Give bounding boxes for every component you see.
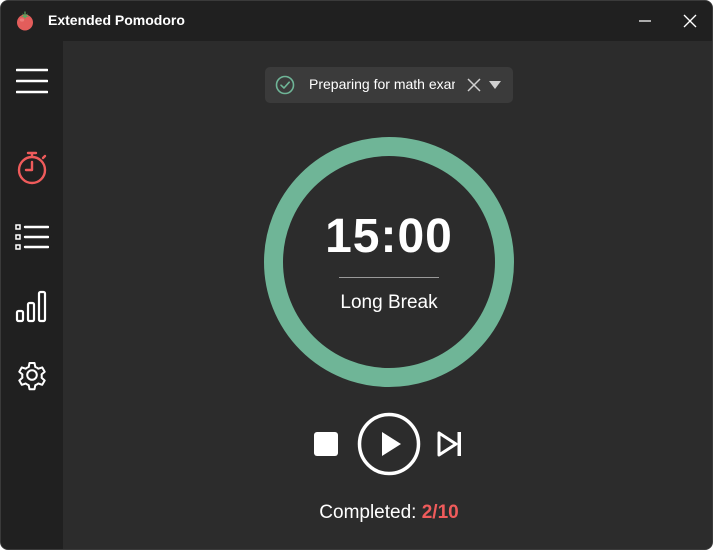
timer-panel: Preparing for math exam 15:00 Long Break [63, 41, 712, 549]
hamburger-menu-icon [16, 68, 48, 94]
sidebar-item-timer[interactable] [1, 140, 63, 196]
stop-icon [314, 432, 338, 456]
completed-label: Completed: [319, 502, 417, 523]
timer-icon [17, 151, 47, 185]
sidebar-item-menu[interactable] [1, 53, 63, 109]
task-label: Preparing for math exam [309, 76, 455, 92]
timer-divider [339, 277, 439, 278]
close-button[interactable] [667, 1, 712, 41]
gear-icon [18, 362, 46, 391]
minimize-icon [639, 20, 651, 22]
check-circle-icon [275, 75, 295, 95]
app-window: Extended Pomodoro Preparing for math exa… [0, 0, 713, 550]
title-bar: Extended Pomodoro [1, 1, 712, 41]
tomato-icon [17, 11, 33, 31]
minimize-button[interactable] [622, 1, 668, 41]
skip-next-icon [437, 431, 461, 457]
completed-count: 2/10 [421, 502, 459, 523]
skip-button[interactable] [436, 430, 464, 458]
sidebar-item-settings[interactable] [1, 347, 63, 403]
play-button[interactable] [357, 412, 421, 476]
stop-button[interactable] [313, 431, 339, 457]
play-icon [382, 432, 401, 456]
sidebar-item-statistics[interactable] [1, 278, 63, 334]
list-icon [15, 224, 49, 250]
sidebar-item-tasks[interactable] [1, 209, 63, 265]
timer-mode-label: Long Break [340, 292, 438, 313]
task-selector[interactable]: Preparing for math exam [265, 67, 513, 103]
timer-display: 15:00 [325, 210, 453, 263]
completed-counter: Completed: 2/10 [264, 502, 514, 524]
app-title: Extended Pomodoro [48, 12, 185, 28]
chevron-down-icon[interactable] [488, 79, 502, 91]
sidebar [1, 41, 63, 549]
bar-chart-icon [15, 290, 47, 323]
clear-task-icon[interactable] [466, 77, 482, 93]
close-icon [683, 14, 697, 28]
